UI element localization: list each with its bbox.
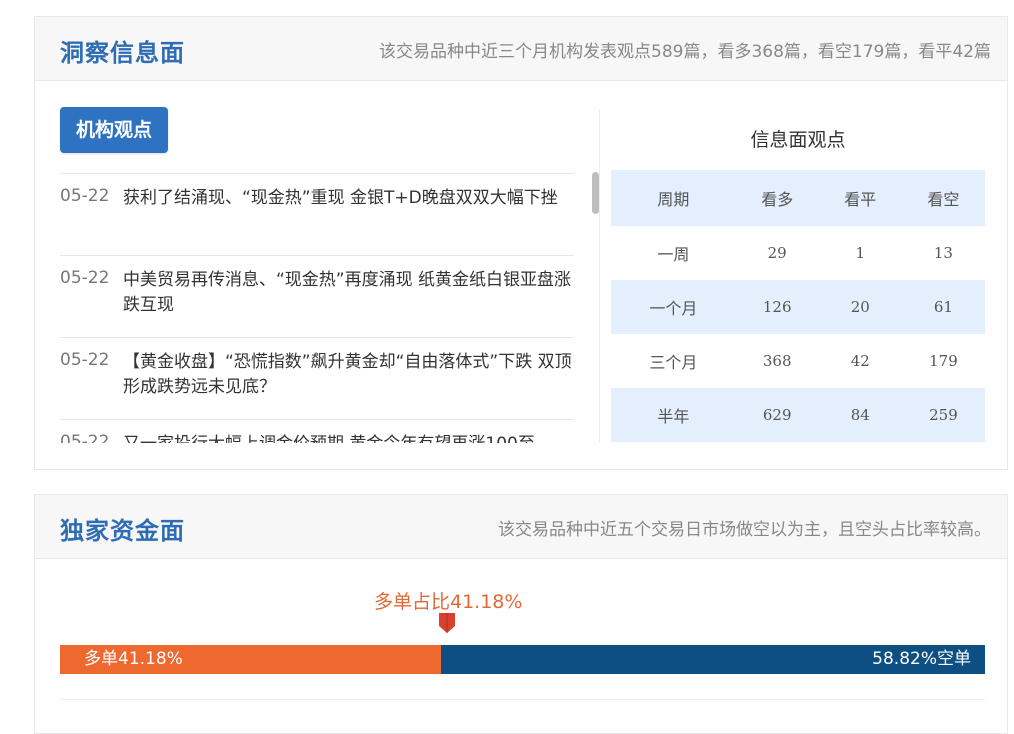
opinion-table-title: 信息面观点 [750,129,846,151]
info-panel-title: 洞察信息面 [60,39,185,67]
cell-period: 一个月 [611,280,736,334]
cell-bearish: 13 [933,244,953,262]
news-title-link[interactable]: 【黄金收盘】“恐慌指数”飙升黄金却“自由落体式”下跌 双顶形成跌势远未见底？ [123,350,574,400]
table-row: 一周 29 1 13 [611,226,985,280]
cell-period: 一周 [657,245,690,264]
info-panel-summary: 该交易品种中近三个月机构发表观点589篇，看多368篇，看空179篇，看平42篇 [379,42,991,62]
cell-bullish: 629 [735,388,819,442]
news-item[interactable]: 05-22 【黄金收盘】“恐慌指数”飙升黄金却“自由落体式”下跌 双顶形成跌势远… [60,337,574,419]
cell-period: 三个月 [649,353,698,372]
header-bullish: 看多 [735,170,819,226]
cell-neutral: 42 [850,352,870,370]
cell-bearish: 259 [901,388,985,442]
table-row: 一个月 126 20 61 [611,280,985,334]
fund-panel-header: 独家资金面 该交易品种中近五个交易日市场做空以为主，且空头占比率较高。 [35,495,1007,559]
news-item[interactable]: 05-22 中美贸易再传消息、“现金热”再度涌现 纸黄金纸白银亚盘涨跌互现 [60,255,574,337]
cell-bullish: 126 [735,280,819,334]
info-panel-header: 洞察信息面 该交易品种中近三个月机构发表观点589篇，看多368篇，看空179篇… [35,17,1007,81]
section-divider [60,699,985,700]
news-scrollbar-thumb[interactable] [592,172,599,214]
fund-panel-title: 独家资金面 [60,517,185,545]
table-row: 半年 629 84 259 [611,388,985,442]
header-period: 周期 [611,170,736,226]
info-panel: 洞察信息面 该交易品种中近三个月机构发表观点589篇，看多368篇，看空179篇… [34,16,1008,470]
cell-neutral: 1 [855,244,866,262]
cell-bullish: 29 [767,244,787,262]
header-neutral: 看平 [818,170,902,226]
cell-bearish: 61 [901,280,985,334]
news-list[interactable]: 05-22 获利了结涌现、“现金热”重现 金银T+D晚盘双双大幅下挫 05-22… [60,173,574,443]
header-bearish: 看空 [901,170,985,226]
cell-neutral: 84 [818,388,902,442]
long-segment: 多单41.18% [60,645,441,674]
table-header-row: 周期 看多 看平 看空 [611,170,985,226]
news-title-link[interactable]: 又一家投行大幅上调金价预期 黄金今年有望再涨100至 [123,432,574,443]
cell-bearish: 179 [929,352,958,370]
short-segment: 58.82%空单 [440,645,985,674]
cell-neutral: 20 [818,280,902,334]
news-item[interactable]: 05-22 又一家投行大幅上调金价预期 黄金今年有望再涨100至 [60,419,574,443]
cell-bullish: 368 [762,352,792,370]
institution-view-tab[interactable]: 机构观点 [60,107,168,153]
news-date: 05-22 [60,268,110,288]
column-divider [599,109,600,443]
news-date: 05-22 [60,350,110,370]
opinion-table: 周期 看多 看平 看空 一周 29 1 13 一个月 126 20 61 三个月… [611,170,985,442]
news-date: 05-22 [60,186,110,206]
ratio-marker-icon [439,613,455,633]
news-item[interactable]: 05-22 获利了结涌现、“现金热”重现 金银T+D晚盘双双大幅下挫 [60,173,574,255]
news-date: 05-22 [60,432,110,443]
long-ratio-label: 多单占比41.18% [374,591,523,613]
cell-period: 半年 [611,388,736,442]
table-row: 三个月 368 42 179 [611,334,985,388]
long-short-ratio-bar: 多单41.18% 58.82%空单 [60,645,985,674]
news-title-link[interactable]: 中美贸易再传消息、“现金热”再度涌现 纸黄金纸白银亚盘涨跌互现 [123,268,574,318]
news-title-link[interactable]: 获利了结涌现、“现金热”重现 金银T+D晚盘双双大幅下挫 [123,186,574,211]
fund-panel-summary: 该交易品种中近五个交易日市场做空以为主，且空头占比率较高。 [498,520,991,540]
fund-panel: 独家资金面 该交易品种中近五个交易日市场做空以为主，且空头占比率较高。 多单占比… [34,494,1008,734]
